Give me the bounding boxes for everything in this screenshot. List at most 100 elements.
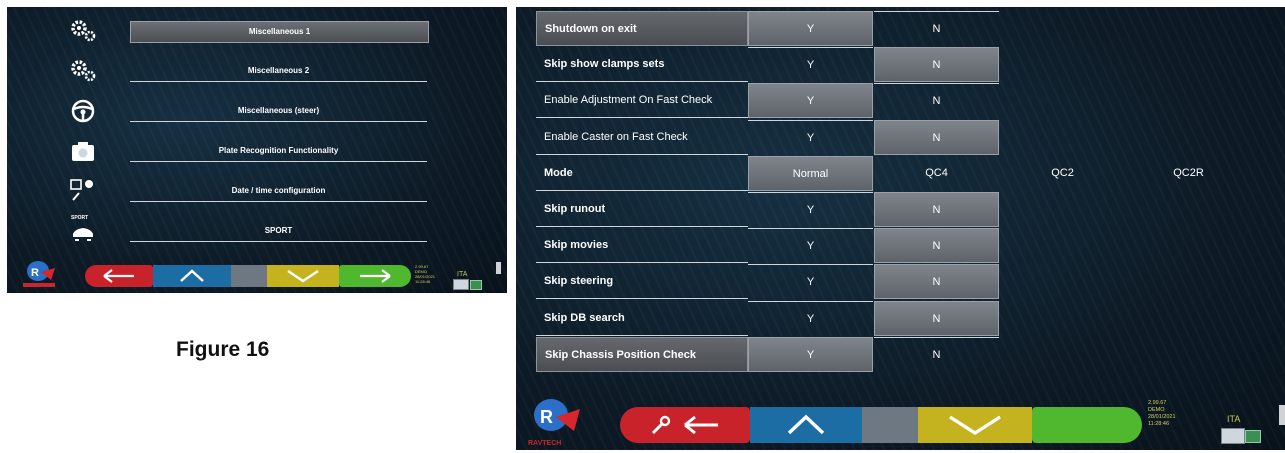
setting-option[interactable]: Y [748,119,873,155]
menu-row: Miscellaneous (steer) [7,92,437,130]
setting-option[interactable]: N [874,119,999,155]
up-button[interactable] [750,407,862,443]
setting-option[interactable]: QC4 [874,156,999,191]
setting-option[interactable]: N [874,264,999,300]
setting-label: Skip movies [536,228,748,264]
wrench-icon [651,415,671,435]
ravtech-logo: R [21,258,59,288]
setting-label: Shutdown on exit [536,11,748,46]
setting-row: Skip show clamps sets Y N [536,47,1276,83]
setting-row: Shutdown on exit Y N [536,11,1276,47]
monitor-icon [470,280,482,290]
setting-row: Enable Adjustment On Fast Check Y N [536,83,1276,119]
setting-option[interactable]: Y [748,83,873,119]
setting-option[interactable]: N [874,228,999,264]
down-button[interactable] [918,407,1032,443]
setting-option[interactable]: QC2 [1000,156,1125,191]
setting-option[interactable]: QC2R [1126,156,1251,191]
version-text: 2.99.67 [1148,400,1167,406]
sport-car-icon: SPORT [69,215,97,244]
setting-row: Enable Caster on Fast Check Y N [536,119,1276,156]
calendar-clock-icon [69,178,97,204]
setting-label: Skip Chassis Position Check [536,336,748,372]
navigation-bar [85,265,411,287]
arrow-left-icon [103,269,134,283]
setting-option[interactable]: N [874,336,999,372]
menu-row: Plate Recognition Functionality [7,132,437,170]
status-info: 2.99.67 DEMO 28/01/2021 11:28:46 [415,264,435,284]
setting-option[interactable]: Normal [748,155,873,191]
chevron-down-icon [949,415,1001,436]
menu-item[interactable]: Miscellaneous 1 [130,21,429,43]
arrow-left-icon [684,415,718,435]
back-button[interactable] [620,407,750,443]
chevron-up-icon [787,414,825,435]
setting-row: Skip Chassis Position Check Y N [536,336,1276,373]
camera-icon [69,138,97,164]
setting-option[interactable]: N [874,83,999,118]
sport-icon-label: SPORT [71,215,89,221]
language-label: ITA [457,271,468,278]
setting-option[interactable]: N [874,11,999,46]
back-button[interactable] [85,265,153,287]
menu-row: Miscellaneous 2 [7,52,437,90]
scrollbar-tab[interactable] [496,262,501,274]
setting-label: Skip runout [536,192,748,227]
gears-icon [69,58,97,84]
steering-wheel-icon [69,98,97,124]
menu-item[interactable]: Miscellaneous (steer) [130,101,427,122]
setting-option[interactable]: N [874,300,999,336]
menu-item[interactable]: SPORT [130,221,427,242]
gears-icon [69,18,97,44]
setting-option[interactable]: Y [748,192,873,227]
menu-item[interactable]: Miscellaneous 2 [130,61,427,82]
menu-row: Date / time configuration [7,172,437,210]
forward-button[interactable] [1032,407,1142,443]
up-button[interactable] [153,265,231,287]
keyboard-icon[interactable] [453,279,469,290]
menu-row: SPORT SPORT [7,212,437,250]
arrow-right-icon [360,269,391,283]
setting-option[interactable]: Y [748,264,873,299]
setting-option[interactable]: Y [748,336,873,372]
language-label: ITA [1227,414,1241,424]
down-button[interactable] [267,265,339,287]
navigation-bar [620,407,1142,443]
settings-screen: Shutdown on exit Y N Skip show clamps sets Y… [516,7,1285,450]
setting-row: Skip steering Y N [536,264,1276,300]
setting-option[interactable]: N [874,47,999,83]
mode-text: DEMO [1148,407,1165,413]
setting-row: Skip movies Y N [536,228,1276,264]
menu-item[interactable]: Date / time configuration [130,181,427,202]
keyboard-icon[interactable] [1221,428,1245,444]
logo-text: RAVTECH [528,440,561,447]
setting-label: Skip steering [536,264,748,300]
blank-button[interactable] [862,407,918,443]
chevron-down-icon [287,270,319,283]
scrollbar-tab[interactable] [1279,405,1285,425]
date-text: 28/01/2021 [1148,414,1176,420]
setting-option[interactable]: Y [748,11,873,46]
time-text: 11:28:46 [1148,421,1170,427]
setting-row: Skip runout Y N [536,192,1276,228]
setting-label: Skip show clamps sets [536,47,748,83]
setting-option[interactable]: Y [748,228,873,263]
time-text: 11:28:46 [415,279,431,284]
chevron-up-icon [180,269,204,282]
menu-row: Miscellaneous 1 [7,12,437,50]
setting-option[interactable]: Y [748,300,873,336]
setting-row: Skip DB search Y N [536,300,1276,337]
setting-option[interactable]: N [874,192,999,227]
svg-text:R: R [540,407,553,427]
setting-label: Skip DB search [536,301,748,336]
blank-button[interactable] [231,265,267,287]
menu-item[interactable]: Plate Recognition Functionality [130,141,427,162]
status-info: 2.99.67 DEMO 28/01/2021 11:28:46 [1148,400,1176,428]
setting-option[interactable]: Y [748,47,873,82]
ravtech-logo: R RAVTECH [526,393,586,448]
monitor-icon [1245,430,1261,443]
setting-row: Mode Normal QC4 QC2 QC2R [536,155,1276,192]
setting-label: Enable Adjustment On Fast Check [536,83,748,119]
forward-button[interactable] [339,265,411,287]
setting-label: Mode [536,156,748,191]
